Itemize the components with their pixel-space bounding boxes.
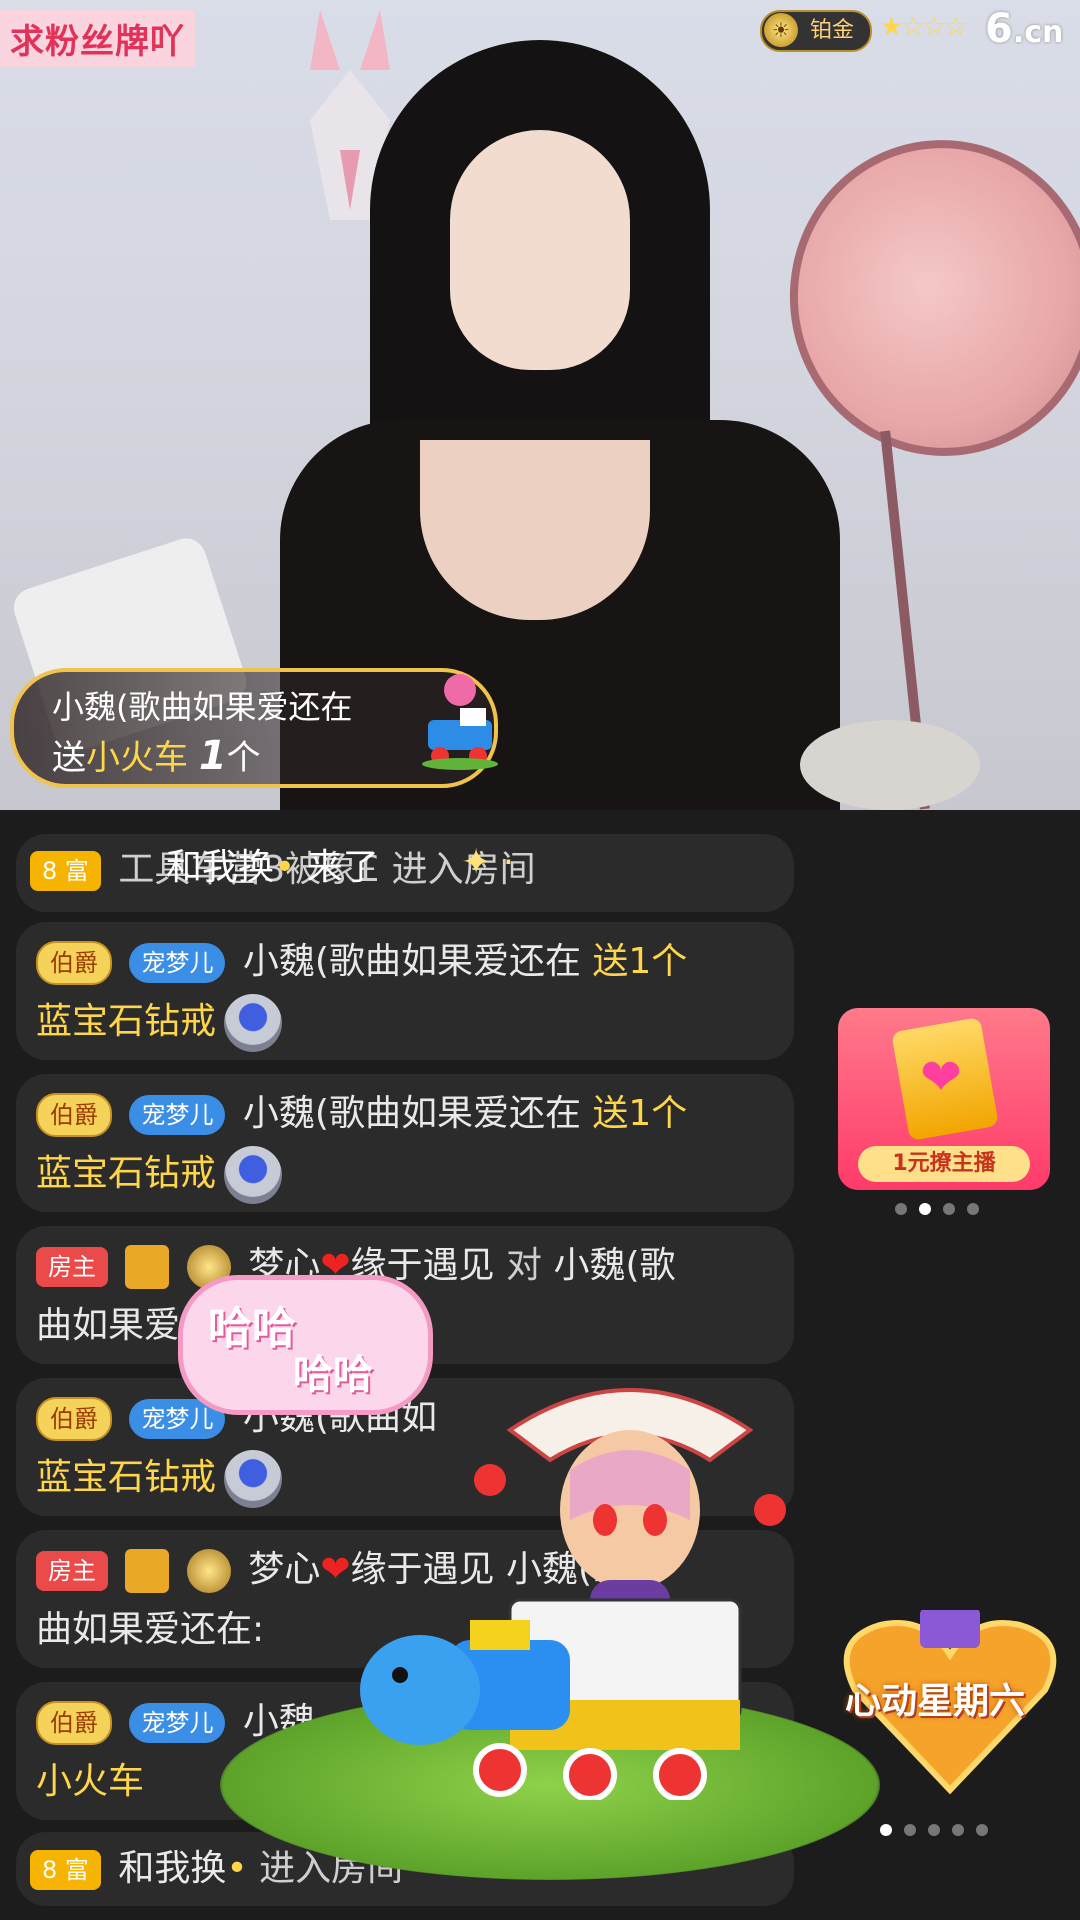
dish-lamp-decoration (769, 120, 1080, 476)
fan-badge: 宠梦儿 (129, 1095, 226, 1135)
gift-line: 送小火车 1个 (52, 733, 261, 779)
pager-dot[interactable] (967, 1203, 979, 1215)
heart-icon: ❤ (320, 1549, 351, 1590)
pager-dot-active[interactable] (880, 1824, 892, 1836)
chat-message: 伯爵 宠梦儿 小魏(歌曲如果爱还在 送1个 蓝宝石钻戒 (16, 1074, 794, 1212)
username[interactable]: 小魏(歌曲如果爱还在 (243, 1093, 581, 1134)
event-pager[interactable] (880, 1824, 988, 1836)
sapphire-ring-icon (224, 1450, 283, 1508)
fan-badge: 宠梦儿 (129, 1703, 226, 1743)
pager-dot-active[interactable] (919, 1203, 931, 1215)
chat-message: 8 富 工具车营3被象£ 进入房间 和我换• 来了 ✦ · (16, 834, 794, 912)
event-title: 心动星期六 (845, 1681, 1026, 1722)
rank-label: 铂金 (810, 18, 855, 43)
gift-sender: 小魏(歌曲如果爱还在 (52, 688, 353, 726)
pager-dot[interactable] (904, 1824, 916, 1836)
username[interactable]: 和我换 (118, 1848, 226, 1889)
room-owner-badge: 房主 (36, 1247, 108, 1287)
noble-badge: 伯爵 (36, 1701, 112, 1745)
gift-name: 小火车 (36, 1761, 145, 1802)
rank-badge[interactable]: ☀ 铂金 (760, 10, 873, 52)
fan-badge-request[interactable]: 求粉丝牌吖 (0, 10, 195, 67)
live-video[interactable]: 求粉丝牌吖 ☀ 铂金 ★☆☆☆ 6.cn 小魏(歌曲如果爱还在 送小火车 1个 (0, 0, 1080, 810)
speech-bubble: 哈哈 哈哈 (178, 1275, 433, 1415)
fan-badge: 宠梦儿 (129, 943, 226, 983)
sapphire-ring-icon (224, 994, 283, 1052)
promo-pager[interactable] (895, 1203, 979, 1215)
gold-bar-icon (125, 1245, 170, 1289)
rank-medal-icon: ☀ (764, 13, 798, 47)
rich-level-badge: 8 富 (30, 1850, 101, 1890)
streamer-face (450, 130, 630, 370)
rich-level-badge: 8 富 (30, 851, 101, 891)
pager-dot[interactable] (895, 1203, 907, 1215)
sapphire-ring-icon (224, 1146, 283, 1204)
gift-name: 蓝宝石钻戒 (36, 1001, 217, 1042)
pager-dot[interactable] (976, 1824, 988, 1836)
train-gift-icon (422, 674, 498, 770)
noble-badge: 伯爵 (36, 1093, 112, 1137)
site-logo: 6.cn (985, 6, 1064, 52)
pager-dot[interactable] (952, 1824, 964, 1836)
sparkle-icon: ✦ · (461, 842, 515, 883)
noble-badge: 伯爵 (36, 1397, 112, 1441)
room-owner-badge: 房主 (36, 1551, 108, 1591)
promo-card[interactable]: ❤ 1元撩主播 (838, 1008, 1050, 1190)
gift-name: 蓝宝石钻戒 (36, 1153, 217, 1194)
gift-name: 蓝宝石钻戒 (36, 1457, 217, 1498)
gold-bar-icon (125, 1549, 170, 1593)
pager-dot[interactable] (943, 1203, 955, 1215)
heart-icon: ❤ (920, 1048, 962, 1106)
train-animation (360, 1598, 742, 1800)
entry-overlay: 和我换• 来了 (166, 847, 379, 888)
noble-badge: 伯爵 (36, 941, 112, 985)
rank-stars: ★☆☆☆ (880, 12, 967, 42)
username[interactable]: 小魏(歌曲如果爱还在 (243, 941, 581, 982)
chat-message: 伯爵 宠梦儿 小魏(歌曲如果爱还在 送1个 蓝宝石钻戒 (16, 922, 794, 1060)
promo-label: 1元撩主播 (858, 1146, 1030, 1182)
pager-dot[interactable] (928, 1824, 940, 1836)
medal-icon (186, 1549, 231, 1593)
microphone (800, 720, 980, 810)
